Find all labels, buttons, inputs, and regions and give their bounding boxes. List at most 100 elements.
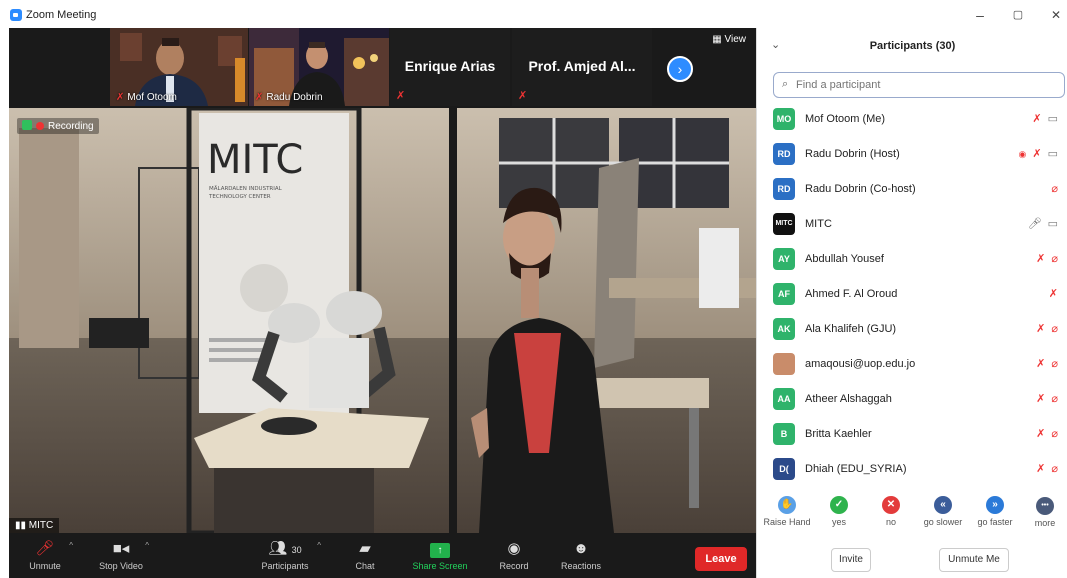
mic-muted-icon[interactable]: ✗	[1036, 253, 1045, 265]
title-bar: Zoom Meeting – ▢ ✕	[0, 0, 1067, 30]
avatar: AA	[773, 388, 795, 410]
participant-row[interactable]: MITC MITC 🎤︎ ▭	[757, 209, 1067, 244]
participant-row[interactable]: AF Ahmed F. Al Oroud ✗	[757, 279, 1067, 314]
reactions-button[interactable]: ☻ Reactions	[549, 539, 613, 575]
mic-muted-icon[interactable]: ✗	[1049, 288, 1058, 300]
participants-button[interactable]: 👥︎ 30 Participants ^	[245, 539, 325, 575]
thumbnail-mof-otoom[interactable]: ✗ Mof Otoom	[110, 28, 248, 106]
mic-icon[interactable]: 🎤︎	[1028, 218, 1042, 230]
mic-muted-icon[interactable]: ✗	[1036, 358, 1045, 370]
share-screen-button[interactable]: ↑ Share Screen	[407, 539, 473, 575]
thumbnail-name: Mof Otoom	[127, 92, 177, 103]
caret-up-icon[interactable]: ^	[317, 541, 321, 550]
zoom-app-icon	[10, 9, 22, 21]
search-input[interactable]	[796, 76, 1056, 94]
participant-row[interactable]: amaqousi@uop.edu.jo ✗ ⌀	[757, 349, 1067, 384]
avatar: MITC	[773, 213, 795, 235]
mic-muted-icon[interactable]: ✗	[1036, 323, 1045, 335]
thumbnail-strip: ✗Mof Otoom ✗Radu Dobrin Enrique Arias	[9, 28, 756, 108]
mic-muted-icon[interactable]: ✗	[1032, 148, 1041, 160]
thumbnail-radu-dobrin[interactable]: ✗ Radu Dobrin	[249, 28, 389, 106]
more-button[interactable]: ••• more	[1019, 494, 1067, 528]
video-camera-icon[interactable]: ▭	[1048, 113, 1058, 125]
minimize-button[interactable]: –	[965, 6, 995, 26]
view-button[interactable]: ▦ View	[712, 34, 746, 45]
yes-button[interactable]: ✓ yes	[813, 494, 865, 527]
tile-name: Prof. Amjed Al...	[528, 58, 636, 74]
rewind-icon: «	[934, 496, 952, 514]
active-speaker-video: MITC MÄLARDALEN INDUSTRIAL TECHNOLOGY CE…	[9, 108, 756, 533]
caret-up-icon[interactable]: ^	[145, 541, 149, 550]
participants-count: 30	[291, 545, 302, 555]
window-title: Zoom Meeting	[26, 9, 97, 21]
panel-header: ⌄ Participants (30)	[757, 28, 1067, 64]
video-off-icon[interactable]: ⌀	[1051, 393, 1058, 405]
participant-name: Atheer Alshaggah	[805, 393, 892, 405]
avatar: RD	[773, 178, 795, 200]
video-off-icon[interactable]: ⌀	[1051, 428, 1058, 440]
tile-prof-amjed[interactable]: Prof. Amjed Al... ✗	[512, 28, 652, 106]
recording-icon: ◉	[1018, 149, 1027, 159]
avatar: AF	[773, 283, 795, 305]
avatar: AY	[773, 248, 795, 270]
raise-hand-button[interactable]: ✋ Raise Hand	[761, 494, 813, 527]
next-page-arrow-icon[interactable]: ›	[667, 56, 693, 82]
mic-muted-icon[interactable]: ✗	[1032, 113, 1041, 125]
go-slower-button[interactable]: « go slower	[917, 494, 969, 527]
mic-muted-icon[interactable]: ✗	[1036, 428, 1045, 440]
encryption-shield-icon	[22, 120, 32, 130]
avatar: B	[773, 423, 795, 445]
participant-row[interactable]: AA Atheer Alshaggah ✗ ⌀	[757, 384, 1067, 419]
video-off-icon[interactable]: ⌀	[1051, 323, 1058, 335]
participant-row[interactable]: D( Dhiah (EDU_SYRIA) ✗ ⌀	[757, 454, 1067, 489]
share-screen-icon: ↑	[407, 539, 473, 559]
video-camera-icon: ■◂	[112, 540, 130, 557]
grid-icon: ▦	[712, 34, 725, 45]
participant-row[interactable]: RD Radu Dobrin (Co-host) ⌀	[757, 174, 1067, 209]
participant-name: Dhiah (EDU_SYRIA)	[805, 463, 907, 475]
mic-muted-icon: ✗	[255, 92, 264, 103]
check-icon: ✓	[830, 496, 848, 514]
participant-row[interactable]: MO Mof Otoom (Me) ✗ ▭	[757, 104, 1067, 139]
record-button[interactable]: ◉ Record	[482, 539, 546, 575]
mic-muted-icon[interactable]: ✗	[1036, 463, 1045, 475]
chat-bubble-icon: ▰	[359, 540, 371, 557]
unmute-me-button[interactable]: Unmute Me	[939, 548, 1009, 572]
close-button[interactable]: ✕	[1041, 6, 1067, 26]
leave-button[interactable]: Leave	[695, 547, 747, 571]
recording-indicator[interactable]: Recording	[17, 118, 99, 134]
zoom-window: Zoom Meeting – ▢ ✕ ✗ Mof Otoom ✗ Radu Do…	[0, 0, 1067, 578]
video-off-icon[interactable]: ⌀	[1051, 463, 1058, 475]
video-area: ✗Mof Otoom ✗Radu Dobrin Enrique Arias	[9, 28, 756, 578]
video-off-icon[interactable]: ⌀	[1051, 358, 1058, 370]
go-faster-button[interactable]: » go faster	[969, 494, 1021, 527]
panel-title: Participants (30)	[869, 40, 956, 52]
participant-row[interactable]: B Britta Kaehler ✗ ⌀	[757, 419, 1067, 454]
unmute-button[interactable]: 🎤︎ Unmute ^	[13, 539, 77, 575]
signal-bars-icon: ▮▮	[15, 520, 29, 531]
participant-search[interactable]: ⌕	[773, 72, 1065, 98]
participants-icon: 👥︎	[268, 540, 288, 557]
x-icon: ✕	[882, 496, 900, 514]
caret-up-icon[interactable]: ^	[69, 541, 73, 550]
search-icon: ⌕	[782, 78, 789, 90]
participant-row[interactable]: AY Abdullah Yousef ✗ ⌀	[757, 244, 1067, 279]
mic-muted-icon[interactable]: ✗	[1036, 393, 1045, 405]
participant-name: Abdullah Yousef	[805, 253, 884, 265]
video-off-icon[interactable]: ⌀	[1051, 183, 1058, 195]
chat-button[interactable]: ▰ Chat	[333, 539, 397, 575]
video-off-icon[interactable]: ⌀	[1051, 253, 1058, 265]
video-camera-icon[interactable]: ▭	[1048, 148, 1058, 160]
participant-row[interactable]: AK Ala Khalifeh (GJU) ✗ ⌀	[757, 314, 1067, 349]
participant-name: Britta Kaehler	[805, 428, 872, 440]
no-button[interactable]: ✕ no	[865, 494, 917, 527]
maximize-button[interactable]: ▢	[1003, 6, 1033, 26]
invite-button[interactable]: Invite	[831, 548, 871, 572]
more-icon: •••	[1036, 497, 1054, 515]
stop-video-button[interactable]: ■◂ Stop Video ^	[89, 539, 153, 575]
tile-enrique-arias[interactable]: Enrique Arias ✗	[390, 28, 510, 106]
participant-name: Mof Otoom (Me)	[805, 113, 886, 125]
fast-forward-icon: »	[986, 496, 1004, 514]
participant-row[interactable]: RD Radu Dobrin (Host) ◉ ✗ ▭	[757, 139, 1067, 174]
video-camera-icon[interactable]: ▭	[1048, 218, 1058, 230]
